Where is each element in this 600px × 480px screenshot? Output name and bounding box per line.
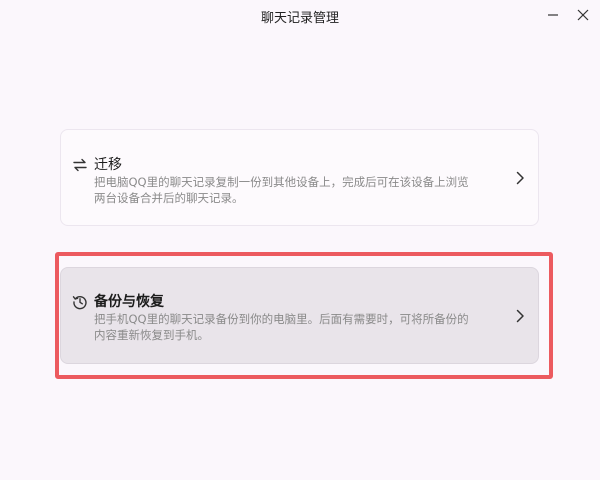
backup-restore-description: 把手机QQ里的聊天记录备份到你的电脑里。后面有需要时，可将所备份的内容重新恢复到…: [94, 312, 469, 342]
swap-arrows-icon: [73, 158, 87, 172]
migrate-description: 把电脑QQ里的聊天记录复制一份到其他设备上，完成后可在该设备上浏览两台设备合并后…: [94, 175, 469, 205]
chat-history-manager-window: 聊天记录管理 迁移 把电脑QQ里的聊天记录复制一份到其他设备上，完成后可在该设备…: [0, 0, 600, 480]
migrate-option[interactable]: 迁移 把电脑QQ里的聊天记录复制一份到其他设备上，完成后可在该设备上浏览两台设备…: [60, 129, 539, 226]
close-icon: [577, 9, 589, 21]
minimize-button[interactable]: [540, 3, 566, 27]
window-title: 聊天记录管理: [260, 11, 339, 26]
close-button[interactable]: [570, 3, 596, 27]
history-restore-icon: [72, 295, 87, 310]
chevron-right-icon: [516, 171, 524, 185]
backup-restore-option[interactable]: 备份与恢复 把手机QQ里的聊天记录备份到你的电脑里。后面有需要时，可将所备份的内…: [60, 267, 539, 364]
migrate-title: 迁移: [94, 157, 122, 173]
backup-restore-title: 备份与恢复: [94, 294, 164, 310]
chevron-right-icon: [516, 309, 524, 323]
titlebar: 聊天记录管理: [0, 0, 600, 30]
minimize-icon: [548, 14, 558, 16]
